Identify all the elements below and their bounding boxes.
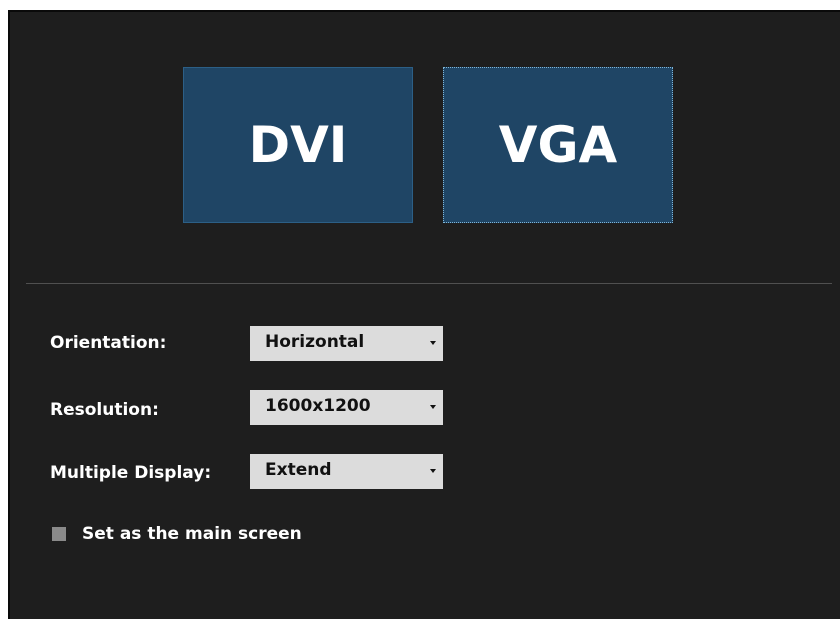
resolution-value: 1600x1200 (265, 396, 371, 416)
chevron-down-icon (430, 341, 436, 345)
multiple-display-dropdown[interactable]: Extend (250, 454, 443, 489)
main-screen-option[interactable]: Set as the main screen (52, 524, 302, 544)
section-divider (26, 283, 832, 284)
orientation-label: Orientation: (50, 333, 167, 353)
monitor-vga[interactable]: VGA (443, 67, 673, 223)
multiple-display-label: Multiple Display: (50, 463, 212, 483)
monitor-dvi[interactable]: DVI (183, 67, 413, 223)
display-settings-panel: DVI VGA Orientation: Horizontal Resoluti… (8, 10, 840, 619)
resolution-label: Resolution: (50, 400, 159, 420)
orientation-value: Horizontal (265, 332, 365, 352)
orientation-dropdown[interactable]: Horizontal (250, 326, 443, 361)
resolution-dropdown[interactable]: 1600x1200 (250, 390, 443, 425)
chevron-down-icon (430, 469, 436, 473)
display-settings-window: DVI VGA Orientation: Horizontal Resoluti… (0, 0, 840, 619)
main-screen-label: Set as the main screen (82, 524, 302, 544)
monitor-dvi-label: DVI (248, 116, 348, 174)
chevron-down-icon (430, 405, 436, 409)
multiple-display-value: Extend (265, 460, 332, 480)
main-screen-checkbox[interactable] (52, 527, 66, 541)
monitor-vga-label: VGA (498, 116, 618, 174)
